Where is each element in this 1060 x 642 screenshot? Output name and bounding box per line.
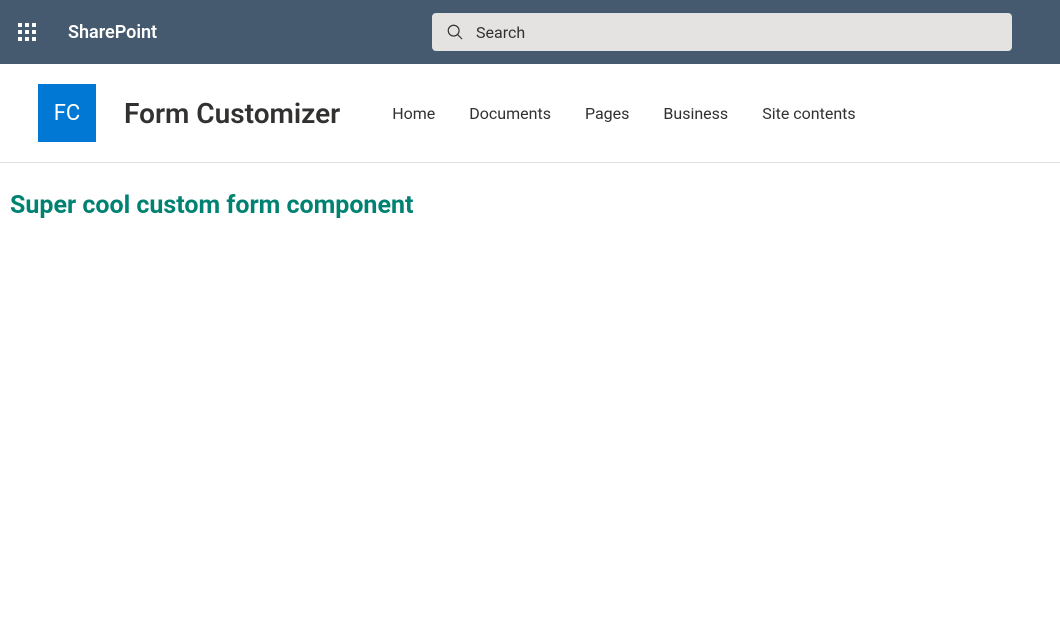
waffle-icon — [18, 23, 36, 41]
nav-link-home[interactable]: Home — [392, 104, 435, 123]
search-box[interactable] — [432, 13, 1012, 51]
suite-nav-bar: SharePoint — [0, 0, 1060, 64]
site-title[interactable]: Form Customizer — [124, 97, 340, 130]
nav-link-business[interactable]: Business — [663, 104, 728, 123]
nav-link-site-contents[interactable]: Site contents — [762, 104, 855, 123]
nav-link-documents[interactable]: Documents — [469, 104, 551, 123]
app-launcher-button[interactable] — [0, 0, 54, 64]
brand-label: SharePoint — [68, 22, 157, 43]
search-input[interactable] — [476, 23, 998, 42]
site-logo[interactable]: FC — [38, 84, 96, 142]
page-content: Super cool custom form component — [0, 163, 1060, 248]
search-icon — [446, 23, 464, 41]
custom-form-heading: Super cool custom form component — [10, 191, 1050, 220]
nav-link-pages[interactable]: Pages — [585, 104, 629, 123]
site-nav: Home Documents Pages Business Site conte… — [392, 104, 855, 123]
site-header: FC Form Customizer Home Documents Pages … — [0, 64, 1060, 163]
